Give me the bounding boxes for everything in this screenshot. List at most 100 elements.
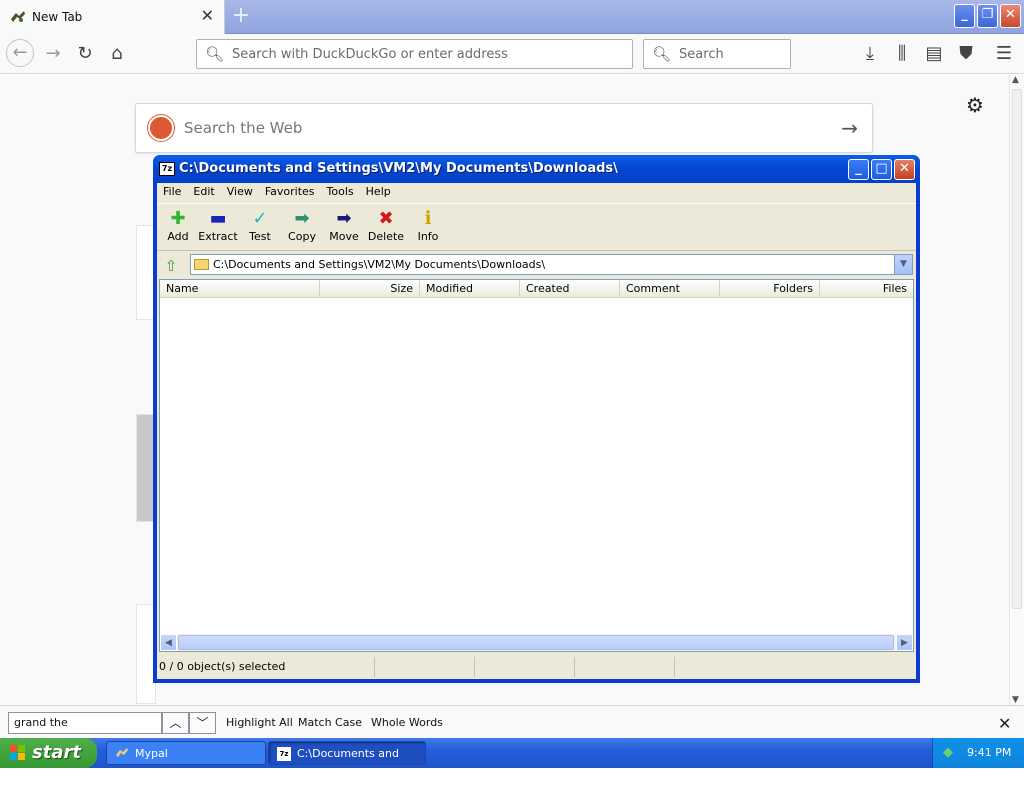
path-combobox[interactable]: C:\Documents and Settings\VM2\My Documen… (190, 254, 913, 275)
7zip-title-bar[interactable]: 7z C:\Documents and Settings\VM2\My Docu… (153, 155, 920, 183)
system-tray: ◆ 9:41 PM (932, 738, 1024, 768)
file-list[interactable]: Name Size Modified Created Comment Folde… (159, 279, 914, 652)
whole-words-checkbox[interactable]: Whole Words (371, 716, 443, 729)
search-bar[interactable]: 🔍︎ Search (643, 39, 791, 69)
7zip-close-button[interactable]: ✕ (894, 159, 915, 180)
delete-label: Delete (367, 230, 405, 243)
move-button[interactable]: ➡ Move (323, 208, 365, 250)
menu-tools[interactable]: Tools (321, 183, 360, 201)
new-tab-button[interactable]: + (230, 5, 252, 27)
find-next-button[interactable]: ﹀ (189, 712, 216, 734)
window-close-button[interactable]: ✕ (1000, 4, 1021, 28)
ublock-icon[interactable]: ⛊ (954, 42, 978, 66)
7zip-status-bar: 0 / 0 object(s) selected (157, 657, 916, 677)
url-placeholder: Search with DuckDuckGo or enter address (232, 46, 508, 62)
test-button[interactable]: ✓ Test (239, 208, 281, 250)
browser-tab[interactable]: New Tab ✕ (0, 0, 225, 34)
column-header-files[interactable]: Files (820, 280, 913, 297)
library-icon[interactable]: ⫼ (890, 42, 914, 66)
extract-button[interactable]: ▬ Extract (197, 208, 239, 250)
7zip-icon: 7z (277, 747, 291, 761)
test-icon: ✓ (252, 208, 268, 229)
browser-tab-strip: New Tab ✕ + _ ❐ ✕ (0, 0, 1024, 34)
scroll-down-icon[interactable]: ▼ (1012, 695, 1019, 705)
find-previous-button[interactable]: ︿ (162, 712, 189, 734)
column-header-folders[interactable]: Folders (720, 280, 820, 297)
column-header-name[interactable]: Name (160, 280, 320, 297)
reload-icon[interactable]: ↻ (73, 42, 97, 66)
home-icon[interactable]: ⌂ (105, 42, 129, 66)
find-close-icon[interactable]: ✕ (998, 714, 1011, 733)
scroll-right-icon[interactable]: ▶ (896, 634, 913, 651)
status-panel (377, 657, 475, 677)
page-vertical-scrollbar[interactable]: ▲ ▼ (1009, 75, 1024, 705)
7zip-maximize-button[interactable]: □ (871, 159, 892, 180)
url-bar[interactable]: 🔍︎ Search with DuckDuckGo or enter addre… (196, 39, 633, 69)
menu-file[interactable]: File (157, 183, 187, 201)
7zip-app-icon: 7z (159, 162, 175, 176)
search-icon: 🔍︎ (205, 45, 225, 63)
file-list-horizontal-scrollbar[interactable]: ◀ ▶ (160, 634, 913, 651)
info-icon: ℹ (424, 208, 432, 229)
highlight-all-checkbox[interactable]: Highlight All (226, 716, 293, 729)
clock: 9:41 PM (967, 746, 1012, 759)
move-label: Move (329, 230, 359, 243)
arrow-right-icon[interactable]: → (841, 116, 858, 140)
column-header-created[interactable]: Created (520, 280, 620, 297)
scroll-left-icon[interactable]: ◀ (160, 634, 177, 651)
mypal-icon (116, 748, 128, 757)
7zip-window-title: C:\Documents and Settings\VM2\My Documen… (179, 161, 618, 176)
taskbar-item-mypal[interactable]: Mypal (106, 741, 266, 765)
test-label: Test (249, 230, 271, 243)
status-panel (477, 657, 575, 677)
menu-view[interactable]: View (221, 183, 259, 201)
folder-up-icon[interactable]: ⇧ (161, 256, 181, 276)
search-placeholder: Search (679, 46, 724, 62)
scroll-thumb[interactable] (1012, 89, 1022, 609)
7zip-toolbar: ✚ Add ▬ Extract ✓ Test ➡ Copy ➡ Move ✖ Delete … (157, 203, 916, 251)
windows-flag-icon (10, 745, 25, 760)
start-button[interactable]: start (0, 738, 97, 768)
match-case-checkbox[interactable]: Match Case (298, 716, 362, 729)
add-button[interactable]: ✚ Add (157, 208, 199, 250)
window-minimize-button[interactable]: _ (954, 4, 975, 28)
folder-icon (194, 259, 209, 270)
sidebar-icon[interactable]: ▤ (922, 42, 946, 66)
scroll-thumb[interactable] (178, 635, 894, 650)
find-input[interactable]: grand the (8, 712, 162, 734)
copy-button[interactable]: ➡ Copy (281, 208, 323, 250)
tab-close-icon[interactable]: ✕ (201, 8, 214, 24)
menu-edit[interactable]: Edit (187, 183, 220, 201)
7zip-window: 7z C:\Documents and Settings\VM2\My Docu… (153, 155, 920, 683)
page-search-placeholder: Search the Web (184, 119, 303, 137)
column-header-size[interactable]: Size (320, 280, 420, 297)
scroll-up-icon[interactable]: ▲ (1012, 75, 1019, 85)
extract-icon: ▬ (209, 208, 227, 229)
back-icon[interactable]: ← (6, 39, 34, 67)
download-icon[interactable]: ⤓ (858, 42, 882, 66)
chevron-down-icon[interactable]: ▼ (894, 255, 912, 274)
copy-icon: ➡ (294, 208, 310, 229)
gear-icon[interactable]: ⚙ (966, 93, 984, 117)
duckduckgo-logo-icon (148, 115, 174, 141)
delete-button[interactable]: ✖ Delete (365, 208, 407, 250)
add-icon: ✚ (170, 208, 186, 229)
menu-icon[interactable]: ☰ (992, 42, 1016, 66)
network-icon[interactable]: ◆ (943, 745, 953, 760)
forward-icon[interactable]: → (41, 42, 65, 66)
tab-title: New Tab (32, 10, 83, 24)
add-label: Add (167, 230, 189, 243)
7zip-minimize-button[interactable]: _ (848, 159, 869, 180)
extract-label: Extract (198, 230, 238, 243)
move-icon: ➡ (336, 208, 352, 229)
taskbar-item-7zip[interactable]: 7z C:\Documents and Se... (268, 741, 426, 784)
start-label: start (32, 742, 81, 763)
column-header-comment[interactable]: Comment (620, 280, 720, 297)
info-button[interactable]: ℹ Info (407, 208, 449, 250)
menu-help[interactable]: Help (360, 183, 397, 201)
page-search-box[interactable]: Search the Web → (135, 103, 873, 153)
window-restore-button[interactable]: ❐ (977, 4, 998, 28)
column-header-modified[interactable]: Modified (420, 280, 520, 297)
find-bar: grand the ︿ ﹀ Highlight All Match Case W… (0, 705, 1024, 738)
menu-favorites[interactable]: Favorites (259, 183, 321, 201)
